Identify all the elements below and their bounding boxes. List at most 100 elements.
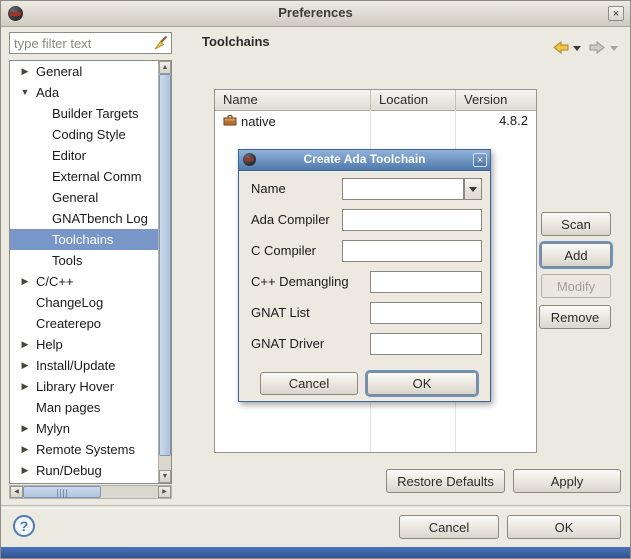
tree-item-help[interactable]: Help bbox=[10, 334, 158, 355]
gnat-list-input[interactable] bbox=[370, 302, 482, 324]
ada-compiler-input[interactable] bbox=[342, 209, 482, 231]
back-history-chevron-down-icon[interactable] bbox=[573, 46, 581, 51]
column-header-name[interactable]: Name bbox=[215, 90, 371, 110]
tree-vertical-scrollbar[interactable]: ▲ ▼ bbox=[158, 61, 171, 483]
dialog-close-icon[interactable]: × bbox=[473, 153, 487, 167]
back-arrow-icon[interactable] bbox=[553, 40, 569, 55]
tree-item-label: General bbox=[52, 190, 99, 205]
tree-item-label: Editor bbox=[52, 148, 86, 163]
page-title: Toolchains bbox=[202, 34, 270, 49]
field-label: Ada Compiler bbox=[251, 212, 330, 227]
tree-item-label: Mylyn bbox=[36, 421, 70, 436]
cancel-button[interactable]: Cancel bbox=[399, 515, 499, 539]
tree-item-c-cpp[interactable]: C/C++ bbox=[10, 271, 158, 292]
scroll-left-icon[interactable]: ◀ bbox=[10, 486, 23, 498]
tree-item-remote-systems[interactable]: Remote Systems bbox=[10, 439, 158, 460]
tree-item-createrepo[interactable]: Createrepo bbox=[10, 313, 158, 334]
tree-item-label: Install/Update bbox=[36, 358, 116, 373]
tree-item-label: Library Hover bbox=[36, 379, 115, 394]
tree-item-library-hover[interactable]: Library Hover bbox=[10, 376, 158, 397]
tree-item-coding-style[interactable]: Coding Style bbox=[10, 124, 158, 145]
name-combo-input[interactable] bbox=[342, 178, 464, 200]
table-row[interactable]: native bbox=[215, 111, 370, 131]
tree-item-label: Builder Targets bbox=[52, 106, 139, 121]
tree-item-label: C/C++ bbox=[36, 274, 74, 289]
scroll-up-icon[interactable]: ▲ bbox=[159, 61, 171, 74]
expander-collapsed-icon[interactable] bbox=[16, 334, 34, 355]
titlebar[interactable]: Preferences × bbox=[1, 1, 630, 27]
tree-item-label: General bbox=[36, 64, 83, 79]
horizontal-scrollbar-thumb[interactable] bbox=[23, 486, 101, 498]
expander-collapsed-icon[interactable] bbox=[16, 376, 34, 397]
vertical-scrollbar-thumb[interactable] bbox=[159, 74, 171, 456]
expander-collapsed-icon[interactable] bbox=[16, 460, 34, 481]
tree-item-toolchains[interactable]: Toolchains bbox=[10, 229, 158, 250]
forward-history-chevron-down-icon[interactable] bbox=[610, 46, 618, 51]
tree-item-mylyn[interactable]: Mylyn bbox=[10, 418, 158, 439]
tree-item-builder-targets[interactable]: Builder Targets bbox=[10, 103, 158, 124]
field-row-name: Name bbox=[239, 178, 490, 200]
tree-item-editor[interactable]: Editor bbox=[10, 145, 158, 166]
cpp-demangling-input[interactable] bbox=[370, 271, 482, 293]
tree-item-man-pages[interactable]: Man pages bbox=[10, 397, 158, 418]
field-row-gnat-list: GNAT List bbox=[239, 302, 490, 324]
expander-collapsed-icon[interactable] bbox=[16, 355, 34, 376]
tree-item-label: ChangeLog bbox=[36, 295, 104, 310]
footer-divider bbox=[1, 505, 630, 509]
add-button[interactable]: Add bbox=[541, 243, 611, 267]
column-header-location[interactable]: Location bbox=[371, 90, 456, 110]
tree-item-label: Man pages bbox=[36, 400, 101, 415]
tree-item-general[interactable]: General bbox=[10, 61, 158, 82]
ok-button[interactable]: OK bbox=[507, 515, 621, 539]
gnat-driver-input[interactable] bbox=[370, 333, 482, 355]
scan-button[interactable]: Scan bbox=[541, 212, 611, 236]
expander-expanded-icon[interactable] bbox=[16, 82, 34, 103]
scroll-down-icon[interactable]: ▼ bbox=[159, 470, 171, 483]
tree-item-ada[interactable]: Ada bbox=[10, 82, 158, 103]
expander-collapsed-icon[interactable] bbox=[16, 271, 34, 292]
taskbar-strip bbox=[1, 547, 630, 558]
column-header-version[interactable]: Version bbox=[456, 90, 536, 110]
preferences-tree: General Ada Builder Targets Coding Style… bbox=[9, 60, 172, 484]
expander-collapsed-icon[interactable] bbox=[16, 61, 34, 82]
filter-box bbox=[9, 32, 172, 54]
expander-collapsed-icon[interactable] bbox=[16, 418, 34, 439]
tree-item-gnatbench-log[interactable]: GNATbench Log bbox=[10, 208, 158, 229]
field-row-cpp-demangling: C++ Demangling bbox=[239, 271, 490, 293]
help-icon[interactable]: ? bbox=[13, 515, 35, 537]
dialog-title: Create Ada Toolchain bbox=[303, 152, 426, 166]
combo-dropdown-icon[interactable] bbox=[464, 178, 482, 200]
tree-item-label: Help bbox=[36, 337, 63, 352]
dialog-cancel-button[interactable]: Cancel bbox=[260, 372, 358, 395]
remove-button[interactable]: Remove bbox=[539, 305, 611, 329]
restore-defaults-button[interactable]: Restore Defaults bbox=[386, 469, 505, 493]
tree-item-label: Toolchains bbox=[52, 232, 114, 247]
tree-item-external-commands[interactable]: External Comm bbox=[10, 166, 158, 187]
tree-item-changelog[interactable]: ChangeLog bbox=[10, 292, 158, 313]
tree-horizontal-scrollbar[interactable]: ◀ ▶ bbox=[9, 485, 172, 499]
dialog-titlebar[interactable]: Create Ada Toolchain × bbox=[239, 150, 490, 171]
toolchain-version: 4.8.2 bbox=[499, 113, 528, 128]
field-row-gnat-driver: GNAT Driver bbox=[239, 333, 490, 355]
field-row-ada-compiler: Ada Compiler bbox=[239, 209, 490, 231]
forward-arrow-icon[interactable] bbox=[589, 40, 605, 55]
tree-item-tools[interactable]: Tools bbox=[10, 250, 158, 271]
modify-button: Modify bbox=[541, 274, 611, 298]
tree-item-install-update[interactable]: Install/Update bbox=[10, 355, 158, 376]
apply-button[interactable]: Apply bbox=[513, 469, 621, 493]
tree-item-general-ada[interactable]: General bbox=[10, 187, 158, 208]
field-label: Name bbox=[251, 181, 286, 196]
tree-item-run-debug[interactable]: Run/Debug bbox=[10, 460, 158, 481]
clear-filter-icon[interactable] bbox=[153, 35, 169, 51]
expander-collapsed-icon[interactable] bbox=[16, 439, 34, 460]
c-compiler-input[interactable] bbox=[342, 240, 482, 262]
scroll-right-icon[interactable]: ▶ bbox=[158, 486, 171, 498]
tree-item-label: Remote Systems bbox=[36, 442, 135, 457]
field-label: GNAT Driver bbox=[251, 336, 325, 351]
dialog-ok-button[interactable]: OK bbox=[367, 372, 477, 395]
create-ada-toolchain-dialog: Create Ada Toolchain × Name Ada Compiler… bbox=[238, 149, 491, 402]
tree-item-label: Createrepo bbox=[36, 316, 102, 331]
close-icon[interactable]: × bbox=[608, 6, 624, 21]
field-label: C++ Demangling bbox=[251, 274, 349, 289]
filter-input[interactable] bbox=[9, 32, 172, 54]
